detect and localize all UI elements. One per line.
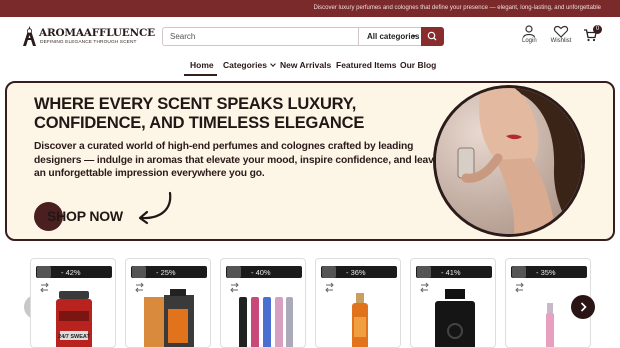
carousel-next-button[interactable] bbox=[571, 295, 595, 319]
announcement-bar: Discover luxury perfumes and colognes th… bbox=[0, 0, 620, 17]
product-card[interactable]: - 42% 24/7 SWEAT bbox=[30, 258, 116, 348]
nav-item-home[interactable]: Home bbox=[190, 60, 214, 70]
chevron-down-icon bbox=[412, 35, 416, 38]
brand-name: AROMAAFFLUENCE bbox=[39, 27, 155, 39]
product-card[interactable]: - 25% bbox=[125, 258, 211, 348]
discount-label: - 25% bbox=[156, 268, 176, 277]
discount-label: - 42% bbox=[61, 268, 81, 277]
site-header: AROMAAFFLUENCE DEFINING ELEGANCE THROUGH… bbox=[0, 17, 620, 57]
product-carousel: - 42% 24/7 SWEAT - 25% - 40% - 36% - 41%… bbox=[0, 252, 620, 348]
product-image bbox=[239, 297, 293, 347]
product-label: 24/7 SWEAT bbox=[58, 334, 90, 340]
main-nav: Home Categories New Arrivals Featured It… bbox=[0, 57, 620, 76]
active-nav-indicator bbox=[184, 74, 217, 76]
announcement-text: Discover luxury perfumes and colognes th… bbox=[313, 5, 601, 11]
nav-item-categories[interactable]: Categories bbox=[223, 60, 276, 70]
product-card[interactable]: - 36% bbox=[315, 258, 401, 348]
chevron-right-icon bbox=[580, 302, 587, 312]
heart-icon[interactable] bbox=[512, 266, 526, 278]
hero-title: WHERE EVERY SCENT SPEAKS LUXURY, CONFIDE… bbox=[34, 95, 365, 132]
heart-icon[interactable] bbox=[37, 266, 51, 278]
cart-count-badge: 0 bbox=[593, 25, 602, 34]
heart-icon[interactable] bbox=[322, 266, 336, 278]
search-input[interactable] bbox=[163, 28, 358, 45]
user-icon bbox=[523, 25, 536, 38]
chevron-down-icon bbox=[270, 61, 276, 67]
discount-bar: - 35% bbox=[511, 266, 587, 278]
brand-logo[interactable]: AROMAAFFLUENCE DEFINING ELEGANCE THROUGH… bbox=[21, 25, 155, 49]
nav-item-new-arrivals[interactable]: New Arrivals bbox=[280, 60, 331, 70]
discount-label: - 36% bbox=[346, 268, 366, 277]
product-image bbox=[352, 293, 368, 347]
wishlist-link[interactable]: Wishlist bbox=[549, 25, 573, 44]
cart-link[interactable]: 0 bbox=[583, 25, 602, 42]
heart-icon bbox=[553, 25, 569, 38]
shop-now-label: SHOP NOW bbox=[47, 208, 123, 224]
product-image: 24/7 SWEAT bbox=[56, 291, 92, 347]
heart-icon[interactable] bbox=[227, 266, 241, 278]
brand-tagline: DEFINING ELEGANCE THROUGH SCENT bbox=[40, 40, 137, 45]
product-card[interactable]: - 41% bbox=[410, 258, 496, 348]
discount-label: - 35% bbox=[536, 268, 556, 277]
heart-icon[interactable] bbox=[132, 266, 146, 278]
model-portrait-icon bbox=[436, 88, 582, 234]
hero-banner: WHERE EVERY SCENT SPEAKS LUXURY, CONFIDE… bbox=[5, 81, 615, 241]
heart-icon[interactable] bbox=[417, 266, 431, 278]
hero-model-image bbox=[433, 85, 585, 237]
product-card[interactable]: - 40% bbox=[220, 258, 306, 348]
search-button[interactable] bbox=[421, 27, 444, 46]
login-link[interactable]: Login bbox=[522, 25, 537, 44]
hero-description: Discover a curated world of high-end per… bbox=[34, 141, 440, 179]
nav-item-our-blog[interactable]: Our Blog bbox=[400, 60, 436, 70]
category-select[interactable]: All categories bbox=[358, 28, 422, 45]
login-label: Login bbox=[522, 38, 537, 44]
shop-now-button[interactable]: SHOP NOW bbox=[32, 191, 192, 232]
discount-label: - 40% bbox=[251, 268, 271, 277]
discount-label: - 41% bbox=[441, 268, 461, 277]
nav-item-categories-label: Categories bbox=[223, 60, 267, 70]
discount-bar: - 41% bbox=[416, 266, 492, 278]
wishlist-label: Wishlist bbox=[550, 38, 572, 44]
discount-bar: - 36% bbox=[321, 266, 397, 278]
discount-bar: - 42% bbox=[36, 266, 112, 278]
arrow-left-icon bbox=[138, 191, 172, 225]
logo-mark-icon bbox=[23, 26, 36, 46]
product-image bbox=[546, 303, 554, 347]
search-icon bbox=[427, 31, 437, 41]
discount-bar: - 25% bbox=[131, 266, 207, 278]
discount-bar: - 40% bbox=[226, 266, 302, 278]
product-image bbox=[144, 289, 194, 347]
search-bar: All categories bbox=[162, 27, 444, 46]
nav-item-featured-items[interactable]: Featured Items bbox=[336, 60, 396, 70]
product-image bbox=[435, 289, 475, 347]
